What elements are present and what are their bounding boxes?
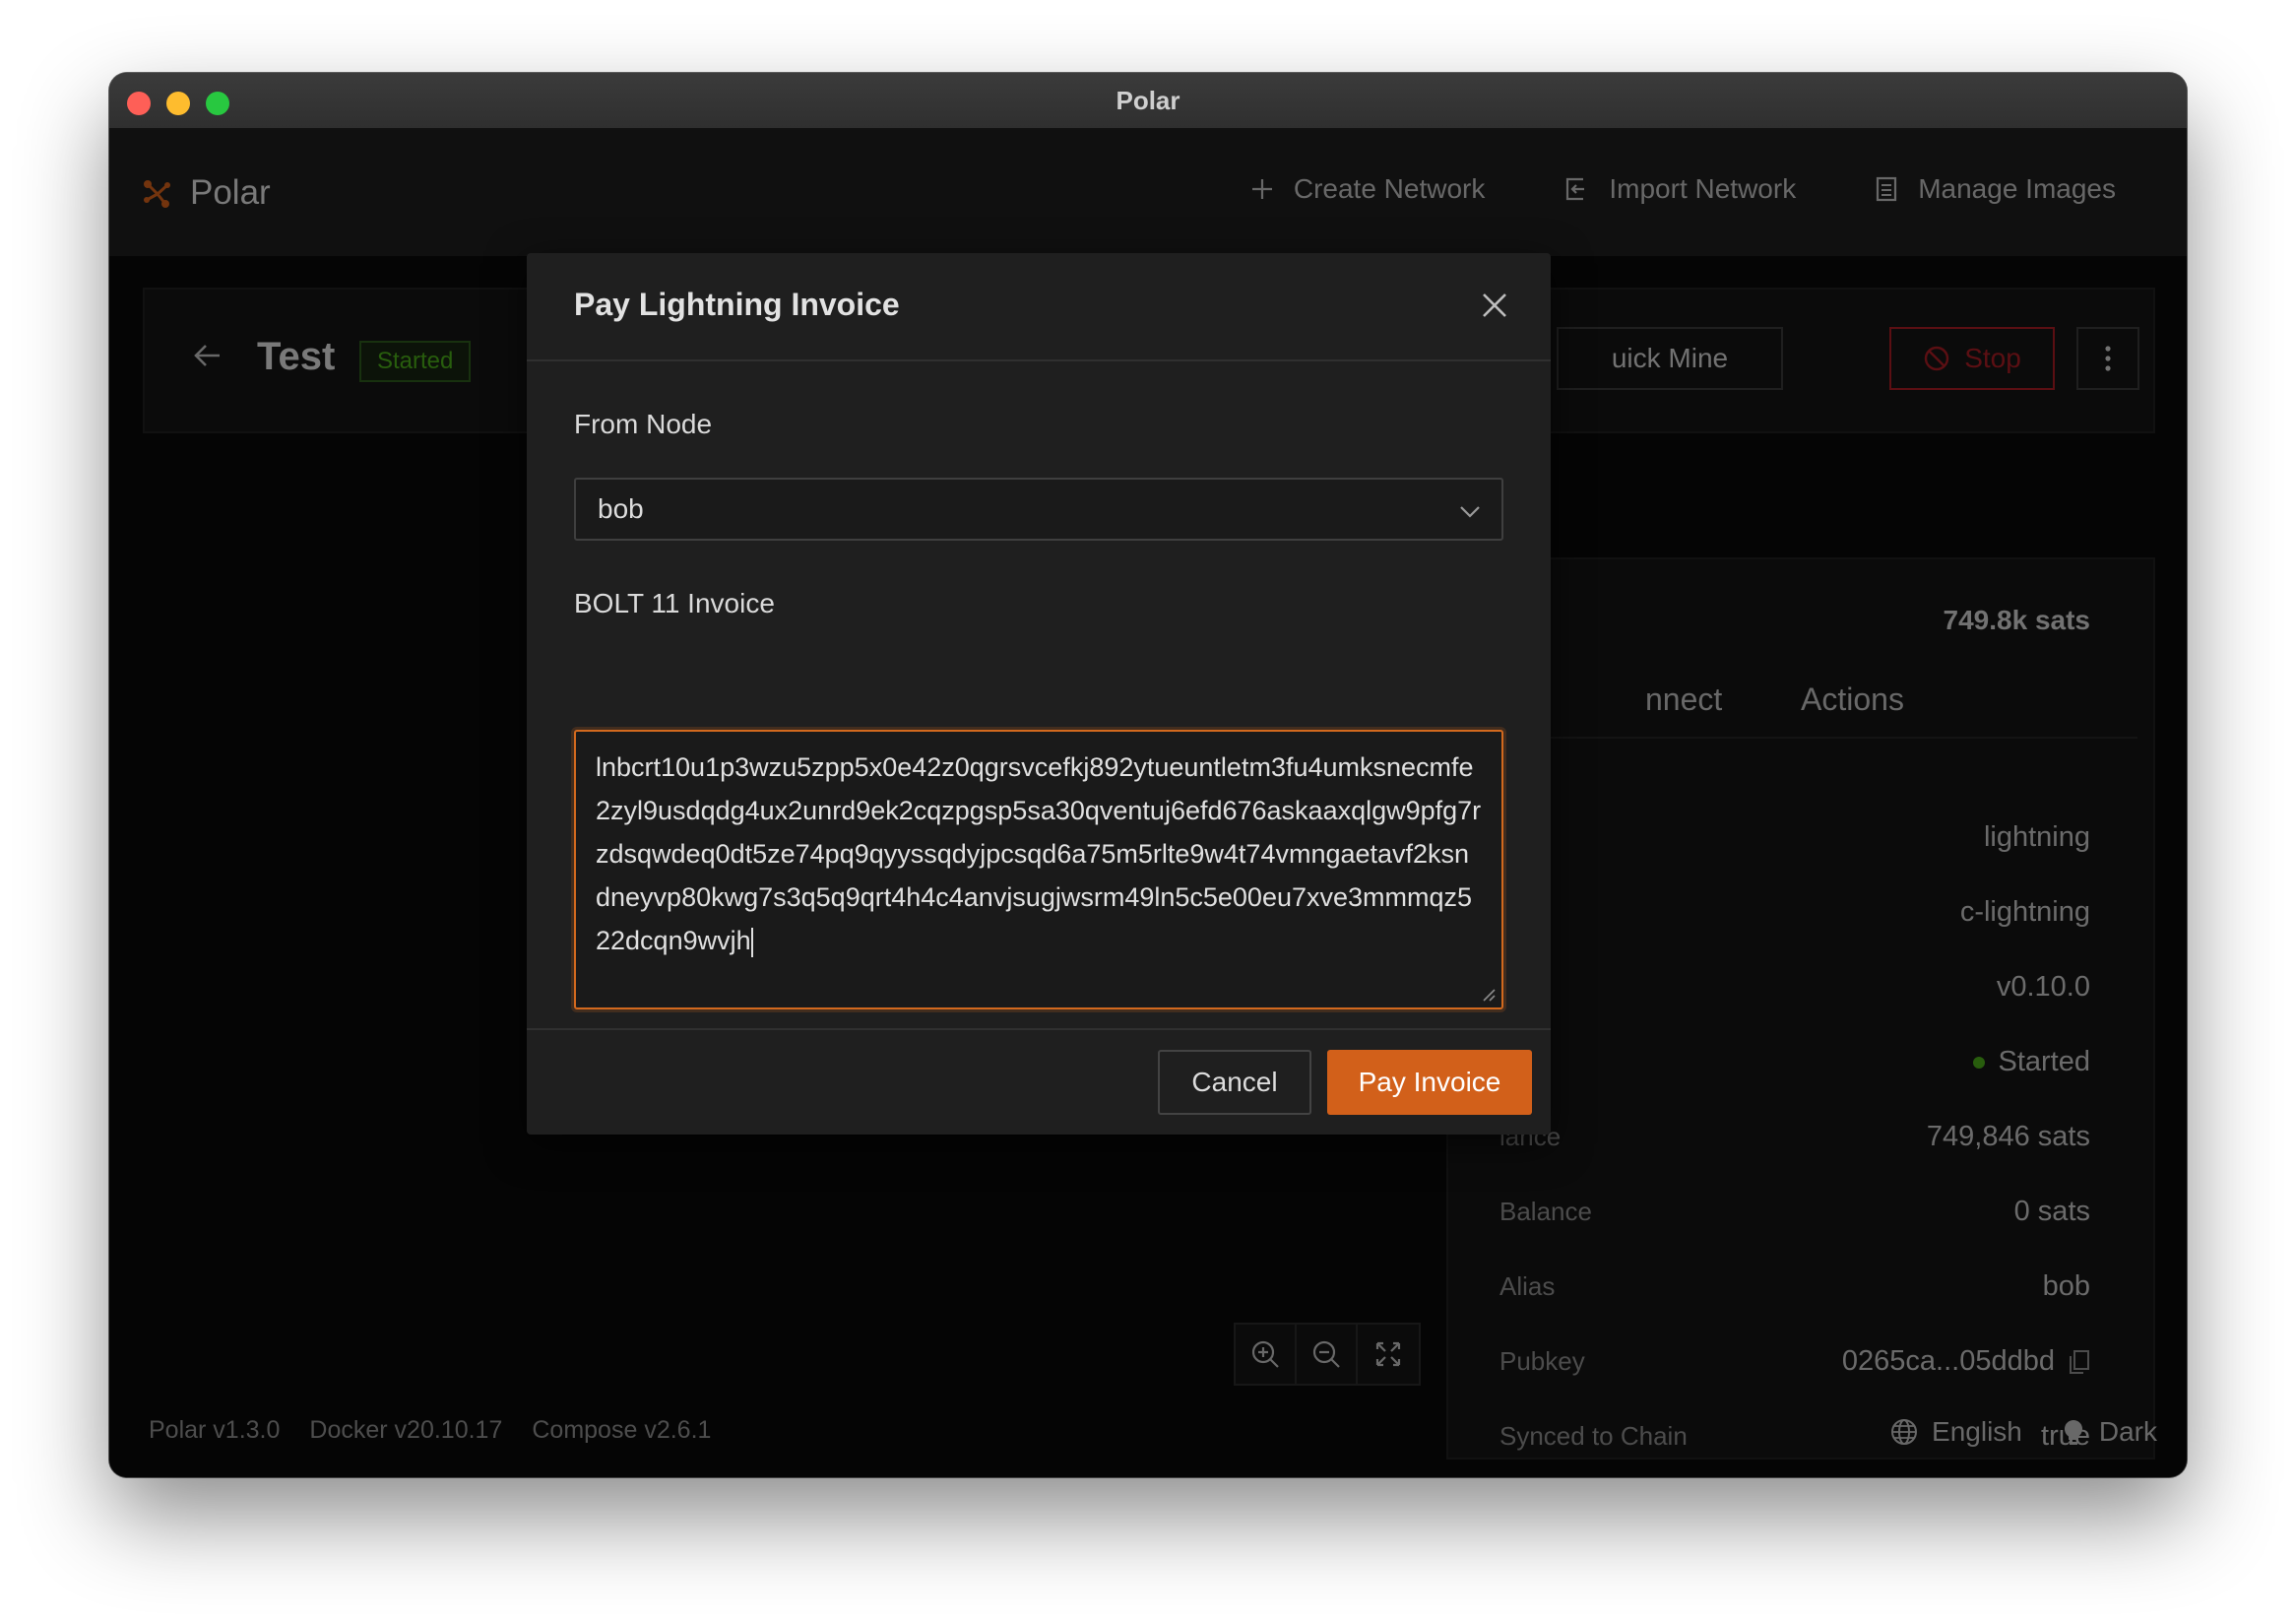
modal-footer: Cancel Pay Invoice bbox=[527, 1028, 1551, 1135]
modal-title: Pay Lightning Invoice bbox=[574, 287, 900, 322]
from-node-label: From Node bbox=[574, 409, 713, 439]
minimize-window-button[interactable] bbox=[166, 92, 190, 115]
window-controls bbox=[127, 92, 229, 115]
chevron-down-icon bbox=[1460, 506, 1480, 518]
title-bar: Polar bbox=[109, 73, 2187, 130]
cancel-button[interactable]: Cancel bbox=[1158, 1050, 1311, 1115]
text-caret bbox=[750, 927, 753, 957]
invoice-textarea[interactable]: lnbcrt10u1p3wzu5zpp5x0e42z0qgrsvcefkj892… bbox=[574, 730, 1503, 1009]
from-node-select[interactable]: bob bbox=[574, 478, 1503, 541]
pay-invoice-modal: Pay Lightning Invoice From Node bob BOLT… bbox=[527, 253, 1551, 1135]
resize-handle-icon[interactable] bbox=[1480, 986, 1496, 1002]
close-icon[interactable] bbox=[1478, 289, 1511, 322]
pay-invoice-button[interactable]: Pay Invoice bbox=[1327, 1050, 1532, 1115]
close-window-button[interactable] bbox=[127, 92, 151, 115]
modal-header: Pay Lightning Invoice bbox=[527, 253, 1551, 361]
maximize-window-button[interactable] bbox=[206, 92, 229, 115]
invoice-text: lnbcrt10u1p3wzu5zpp5x0e42z0qgrsvcefkj892… bbox=[596, 752, 1482, 955]
window-title: Polar bbox=[1116, 85, 1180, 115]
invoice-label: BOLT 11 Invoice bbox=[574, 588, 775, 618]
from-node-value: bob bbox=[598, 493, 644, 524]
